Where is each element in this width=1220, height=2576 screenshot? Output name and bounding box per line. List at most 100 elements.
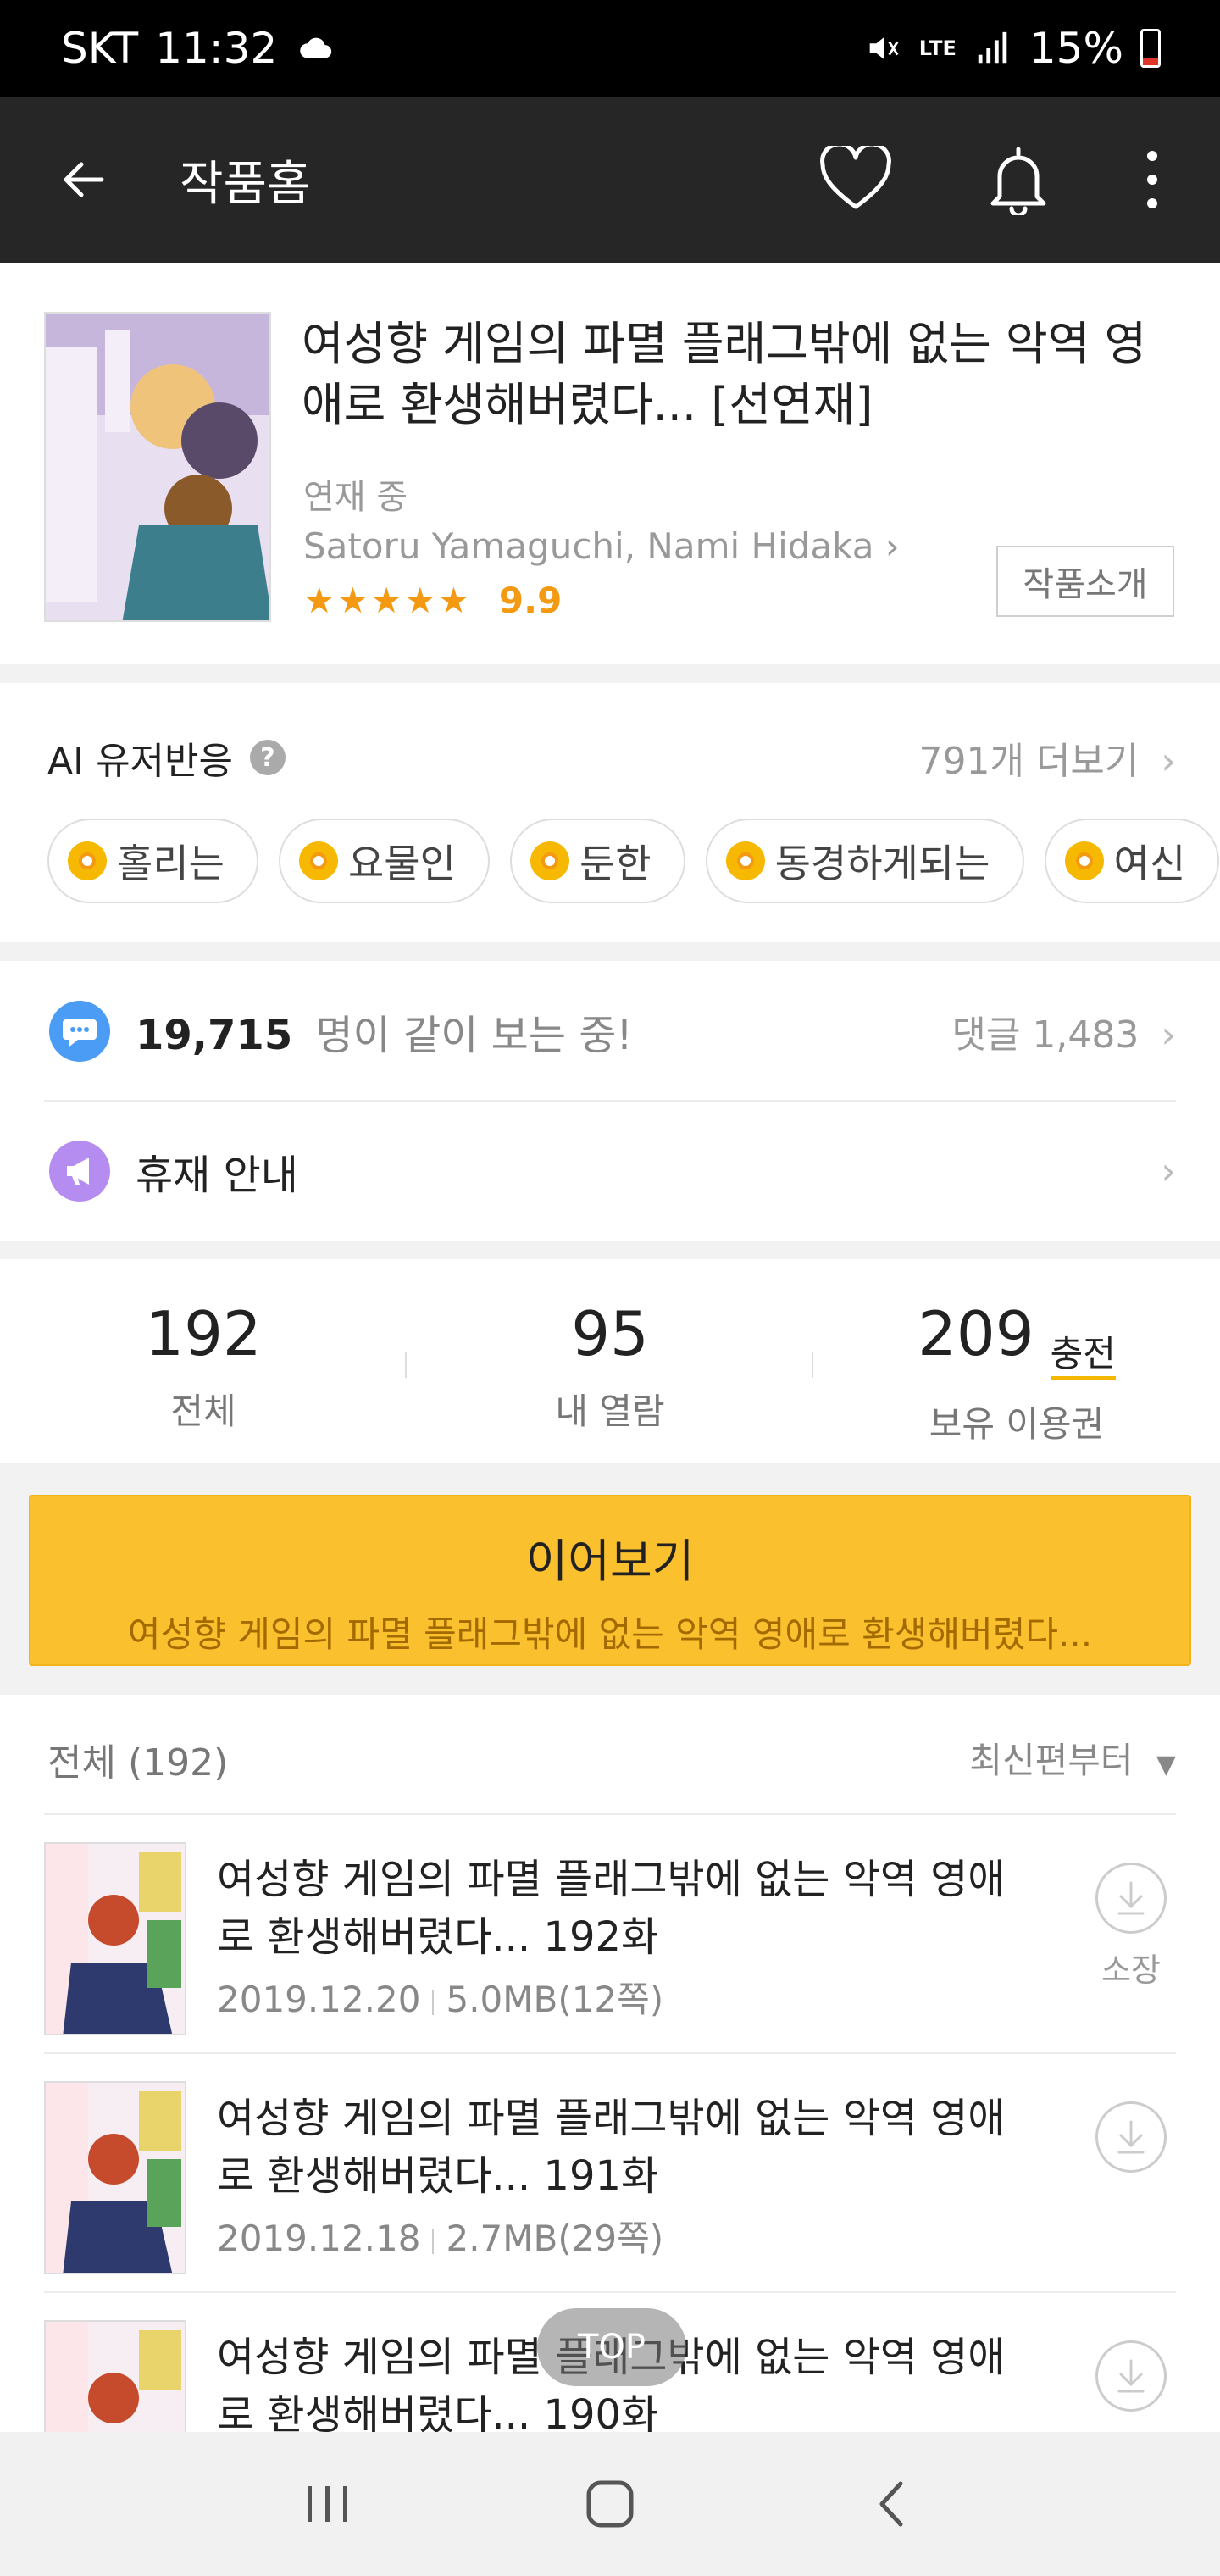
continue-label: 이어보기 [525, 1535, 695, 1588]
download-icon [1095, 2101, 1167, 2173]
cover-image[interactable] [44, 312, 271, 622]
home-button[interactable] [563, 2457, 657, 2551]
reaction-chip[interactable]: 동경하게되는 [705, 819, 1024, 903]
chip-label: 요물인 [347, 841, 456, 886]
work-info: 여성향 게임의 파멸 플래그밖에 없는 악역 영애로 환생해버렸다... [선연… [0, 263, 1220, 664]
favorite-button[interactable] [815, 139, 896, 220]
download-button[interactable] [1093, 2101, 1169, 2173]
caret-down-icon: ▼ [1156, 1750, 1176, 1779]
recent-apps-icon [307, 2486, 347, 2522]
episode-row[interactable]: 여성향 게임의 파멸 플래그밖에 없는 악역 영애로 환생해버렸다... 191… [0, 2052, 1220, 2291]
download-icon [1095, 1863, 1167, 1934]
back-button[interactable] [51, 146, 119, 214]
divider [44, 2052, 1176, 2054]
status-bar: SKT 11:32 LTE 15% [0, 0, 1220, 97]
chip-label: 홀리는 [117, 841, 225, 886]
author-name: Satoru Yamaguchi, Nami Hidaka [303, 525, 874, 567]
author-link[interactable]: Satoru Yamaguchi, Nami Hidaka › [303, 525, 900, 567]
download-label: 소장 [1101, 1951, 1161, 1989]
back-arrow-icon [64, 162, 104, 197]
stat-read-value: 95 [571, 1298, 649, 1369]
download-button[interactable]: 소장 [1093, 1863, 1169, 1990]
reaction-chip[interactable]: 둔한 [509, 819, 685, 903]
megaphone-icon [49, 1141, 110, 1202]
download-icon [1095, 2340, 1167, 2412]
help-icon[interactable]: ? [249, 740, 286, 775]
sort-dropdown[interactable]: 최신편부터 ▼ [969, 1732, 1176, 1784]
reaction-chip[interactable]: 홀리는 [47, 819, 258, 903]
meta-separator [432, 1989, 435, 2015]
stat-total-value: 192 [145, 1298, 262, 1369]
episode-title: 여성향 게임의 파멸 플래그밖에 없는 악역 영애로 환생해버렸다... 191… [217, 2095, 1006, 2200]
carrier-label: SKT [61, 24, 139, 73]
home-icon [586, 2480, 634, 2528]
episode-meta: 2019.12.20 5.0MB(12쪽) [217, 1971, 663, 2023]
comments-link[interactable]: 댓글 1,483 › [951, 1004, 1176, 1058]
download-button[interactable] [1093, 2340, 1169, 2412]
ai-reaction-title: AI 유저반응 ? [47, 730, 286, 785]
recent-apps-button[interactable] [281, 2457, 374, 2551]
watching-row[interactable]: 19,715 명이 같이 보는 중! 댓글 1,483 › [0, 961, 1220, 1102]
episode-thumbnail [44, 2081, 186, 2274]
scroll-top-button[interactable]: TOP [537, 2308, 686, 2386]
episode-meta: 2019.12.18 2.7MB(29쪽) [217, 2210, 663, 2262]
chevron-right-icon: › [884, 525, 900, 567]
ai-reaction-section: AI 유저반응 ? 791개 더보기 › 홀리는 요물인 둔한 동경하게되는 여… [0, 683, 1220, 942]
stats-section: 192 전체 95 내 열람 209 충전 보유 이용권 [0, 1259, 1220, 1463]
coin-icon [68, 841, 107, 880]
ai-reaction-label: AI 유저반응 [47, 740, 233, 783]
rating-score: 9.9 [498, 580, 563, 621]
episode-date: 2019.12.18 [217, 2218, 421, 2259]
episode-count: 전체 (192) [47, 1741, 229, 1785]
back-icon [879, 2481, 903, 2527]
download-glyph [1117, 2359, 1145, 2393]
work-intro-button[interactable]: 작품소개 [996, 546, 1174, 617]
reaction-chip[interactable]: 여신 [1044, 819, 1220, 903]
chip-label: 동경하게되는 [774, 841, 990, 886]
continue-reading-button[interactable]: 이어보기 여성향 게임의 파멸 플래그밖에 없는 악역 영애로 환생해버렸다..… [29, 1495, 1191, 1666]
rating-stars: ★★★★★ [303, 580, 472, 621]
episode-date: 2019.12.20 [217, 1979, 421, 2020]
chat-bubble-glyph [63, 1019, 97, 1046]
reaction-more-link[interactable]: 791개 더보기 › [919, 730, 1177, 785]
divider [44, 2291, 1176, 2293]
reaction-chips: 홀리는 요물인 둔한 동경하게되는 여신 [47, 819, 1220, 903]
notice-chevron: › [1151, 1150, 1176, 1193]
bell-icon [990, 147, 1046, 215]
episode-row[interactable]: 여성향 게임의 파멸 플래그밖에 없는 악역 영애로 환생해버렸다... 192… [0, 1813, 1220, 2052]
system-back-button[interactable] [846, 2457, 939, 2551]
thumbnail-art [46, 2083, 185, 2273]
thumbnail-art [46, 2322, 185, 2432]
signal-icon [978, 31, 1007, 64]
work-status: 연재 중 [303, 478, 408, 517]
notification-button[interactable] [978, 139, 1059, 220]
download-glyph [1117, 1881, 1145, 1915]
reaction-chip[interactable]: 요물인 [278, 819, 490, 903]
battery-icon [1140, 29, 1161, 68]
chip-label: 둔한 [579, 841, 652, 886]
stat-total: 192 전체 [0, 1259, 407, 1463]
thumbnail-art [46, 1844, 185, 2034]
watching-suffix: 명이 같이 보는 중! [315, 1012, 633, 1059]
stat-tickets-row: 209 충전 [813, 1303, 1220, 1380]
megaphone-glyph [67, 1158, 89, 1185]
episode-thumbnail [44, 1842, 186, 2035]
mute-icon [869, 36, 899, 60]
meta-separator [432, 2228, 435, 2254]
episode-title: 여성향 게임의 파멸 플래그밖에 없는 악역 영애로 환생해버렸다... 192… [217, 1856, 1006, 1961]
episode-size: 5.0MB(12쪽) [446, 1979, 664, 2020]
chevron-right-icon: › [1161, 740, 1176, 783]
coin-icon [298, 841, 338, 880]
battery-percent: 15% [1029, 24, 1123, 73]
comments-count: 댓글 1,483 [951, 1013, 1140, 1057]
work-title: 여성향 게임의 파멸 플래그밖에 없는 악역 영애로 환생해버렸다... [선연… [302, 317, 1147, 431]
system-nav-bar [0, 2432, 1220, 2576]
coin-icon [530, 841, 569, 880]
continue-section: 이어보기 여성향 게임의 파멸 플래그밖에 없는 악역 영애로 환생해버렸다..… [0, 1463, 1220, 1695]
coin-icon [1064, 841, 1104, 880]
notice-row[interactable]: 휴재 안내 › [0, 1102, 1220, 1241]
more-button[interactable] [1127, 139, 1178, 220]
page-title: 작품홈 [180, 156, 311, 212]
charge-link[interactable]: 충전 [1050, 1333, 1116, 1380]
reaction-more-label: 791개 더보기 [918, 740, 1140, 783]
